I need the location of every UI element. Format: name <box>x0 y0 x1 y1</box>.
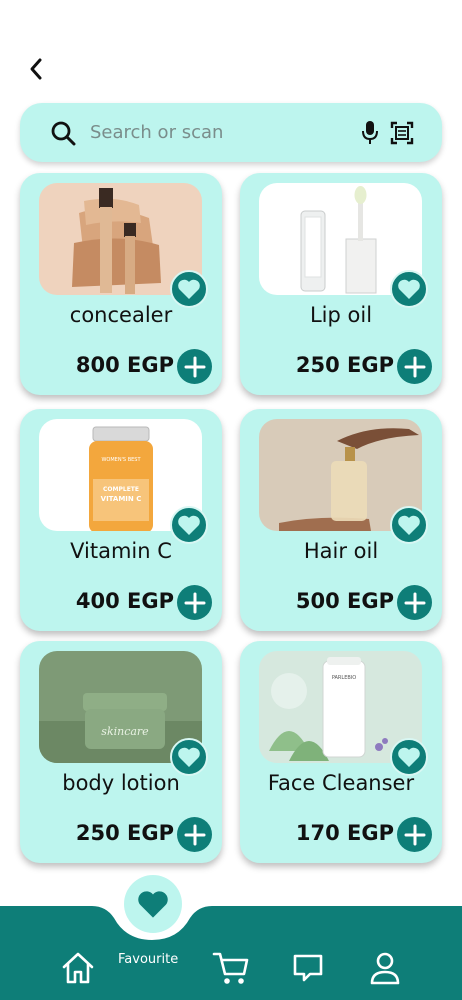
product-price: 250 EGP <box>75 821 174 845</box>
product-price: 500 EGP <box>295 589 394 613</box>
home-tab[interactable] <box>58 948 98 988</box>
microphone-icon[interactable] <box>360 120 380 146</box>
home-icon <box>62 952 94 984</box>
svg-text:COMPLETE: COMPLETE <box>103 486 139 493</box>
search-icon[interactable] <box>50 120 76 146</box>
profile-tab[interactable] <box>366 948 404 988</box>
svg-text:skincare: skincare <box>101 725 149 738</box>
add-to-cart-button[interactable] <box>177 817 212 852</box>
chat-icon <box>293 954 323 982</box>
add-to-cart-button[interactable] <box>177 349 212 384</box>
heart-icon <box>398 279 420 299</box>
product-name: concealer <box>69 303 173 327</box>
product-name: body lotion <box>62 771 180 795</box>
back-button[interactable] <box>22 54 50 84</box>
plus-icon <box>404 356 425 377</box>
product-price: 800 EGP <box>75 353 174 377</box>
plus-icon <box>404 592 425 613</box>
product-card-body-lotion[interactable]: skincare body lotion 250 EGP <box>20 641 222 863</box>
heart-icon <box>178 279 200 299</box>
scan-icon[interactable] <box>390 121 414 145</box>
favourite-tab[interactable] <box>124 875 182 933</box>
heart-icon <box>178 515 200 535</box>
cart-icon <box>212 952 249 984</box>
favourite-label: Favourite <box>118 952 179 967</box>
plus-icon <box>184 824 205 845</box>
product-card-hair-oil[interactable]: Hair oil 500 EGP <box>240 409 442 631</box>
svg-text:PARLEBIO: PARLEBIO <box>332 675 356 681</box>
product-card-lip-oil[interactable]: Lip oil 250 EGP <box>240 173 442 395</box>
plus-icon <box>184 356 205 377</box>
product-name: Vitamin C <box>70 539 172 563</box>
add-to-cart-button[interactable] <box>397 585 432 620</box>
product-price: 400 EGP <box>75 589 174 613</box>
svg-text:WOMEN'S BEST: WOMEN'S BEST <box>101 457 141 463</box>
product-price: 170 EGP <box>295 821 394 845</box>
product-price: 250 EGP <box>295 353 394 377</box>
add-to-cart-button[interactable] <box>177 585 212 620</box>
add-to-cart-button[interactable] <box>397 817 432 852</box>
product-card-concealer[interactable]: concealer 800 EGP <box>20 173 222 395</box>
heart-icon <box>398 747 420 767</box>
product-card-face-cleanser[interactable]: PARLEBIO Face Cleanser 170 EGP <box>240 641 442 863</box>
heart-icon <box>138 891 168 918</box>
search-bar <box>20 103 442 162</box>
chevron-left-icon <box>30 58 42 80</box>
heart-icon <box>398 515 420 535</box>
search-input[interactable] <box>90 122 360 143</box>
user-icon <box>370 952 400 985</box>
heart-icon <box>178 747 200 767</box>
product-card-vitamin-c[interactable]: WOMEN'S BEST COMPLETE VITAMIN C Vitamin … <box>20 409 222 631</box>
plus-icon <box>184 592 205 613</box>
product-name: Hair oil <box>303 539 379 563</box>
add-to-cart-button[interactable] <box>397 349 432 384</box>
cart-tab[interactable] <box>210 948 252 988</box>
product-name: Lip oil <box>309 303 373 327</box>
plus-icon <box>404 824 425 845</box>
bottom-navigation: Favourite <box>0 875 462 1000</box>
messages-tab[interactable] <box>290 950 326 986</box>
svg-text:VITAMIN C: VITAMIN C <box>101 495 142 503</box>
product-name: Face Cleanser <box>267 771 415 795</box>
